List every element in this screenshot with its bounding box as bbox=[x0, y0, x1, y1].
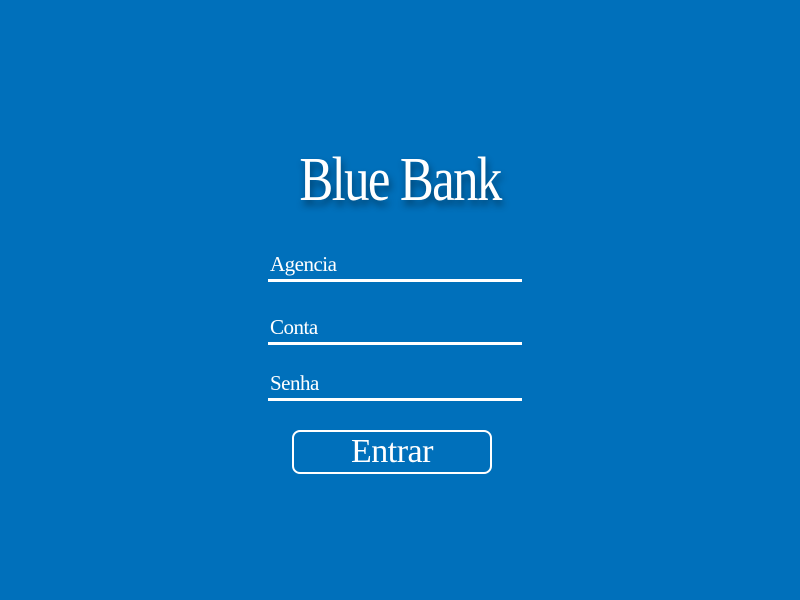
conta-field bbox=[268, 312, 522, 345]
login-panel: Blue Bank Entrar bbox=[0, 0, 800, 600]
senha-field bbox=[268, 368, 522, 401]
senha-input[interactable] bbox=[268, 368, 522, 398]
agencia-input[interactable] bbox=[268, 249, 522, 279]
entrar-button[interactable]: Entrar bbox=[292, 430, 492, 474]
conta-input[interactable] bbox=[268, 312, 522, 342]
brand-title: Blue Bank bbox=[299, 146, 502, 214]
agencia-field bbox=[268, 249, 522, 282]
